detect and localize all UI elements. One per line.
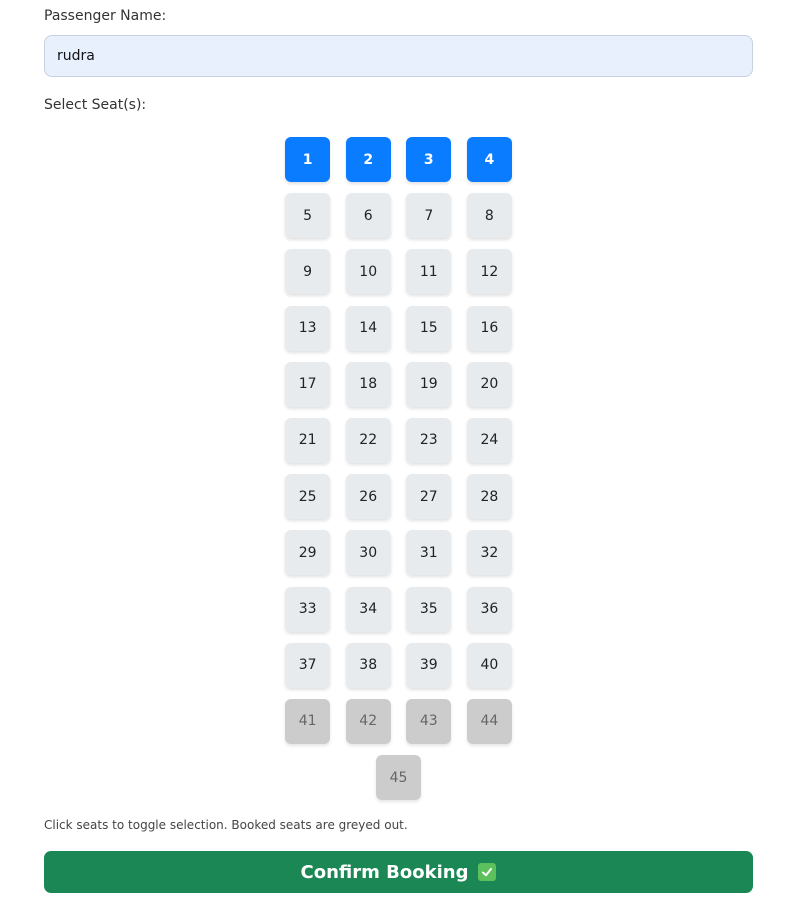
- seat-35-available[interactable]: 35: [406, 586, 452, 632]
- seat-3-selected[interactable]: 3: [406, 137, 452, 182]
- seat-row: 41 42 43 44: [285, 698, 512, 744]
- seat-1-selected[interactable]: 1: [285, 137, 331, 182]
- seat-18-available[interactable]: 18: [345, 361, 391, 407]
- seat-8-available[interactable]: 8: [466, 193, 512, 239]
- seat-6-available[interactable]: 6: [345, 193, 391, 239]
- passenger-name-label: Passenger Name:: [44, 8, 167, 24]
- seat-row: 21 22 23 24: [285, 417, 512, 463]
- seat-5-available[interactable]: 5: [285, 193, 331, 239]
- seat-12-available[interactable]: 12: [466, 249, 512, 295]
- passenger-name-input[interactable]: [44, 35, 753, 77]
- seat-39-available[interactable]: 39: [406, 642, 452, 688]
- seat-row: 37 38 39 40: [285, 642, 512, 688]
- seat-34-available[interactable]: 34: [345, 586, 391, 632]
- seat-row: 1234: [285, 137, 512, 182]
- seat-10-available[interactable]: 10: [345, 249, 391, 295]
- seat-24-available[interactable]: 24: [466, 417, 512, 463]
- seat-row: 29 30 31 32: [285, 530, 512, 576]
- seat-row: 5678: [285, 193, 512, 239]
- seat-30-available[interactable]: 30: [345, 530, 391, 576]
- seat-23-available[interactable]: 23: [406, 417, 452, 463]
- seat-36-available[interactable]: 36: [466, 586, 512, 632]
- seat-45-booked: 45: [376, 755, 421, 801]
- help-text: Click seats to toggle selection. Booked …: [44, 818, 408, 832]
- seat-16-available[interactable]: 16: [466, 305, 512, 351]
- seat-7-available[interactable]: 7: [406, 193, 452, 239]
- seat-17-available[interactable]: 17: [285, 361, 331, 407]
- seat-38-available[interactable]: 38: [345, 642, 391, 688]
- seat-29-available[interactable]: 29: [285, 530, 331, 576]
- seat-42-booked: 42: [345, 698, 391, 744]
- seat-40-available[interactable]: 40: [466, 642, 512, 688]
- seat-27-available[interactable]: 27: [406, 474, 452, 520]
- seat-2-selected[interactable]: 2: [345, 137, 391, 182]
- booking-form: Passenger Name: Select Seat(s): 12345678…: [0, 0, 791, 900]
- seat-row: 45: [285, 755, 512, 801]
- seat-26-available[interactable]: 26: [345, 474, 391, 520]
- seat-4-selected[interactable]: 4: [466, 137, 512, 182]
- seat-25-available[interactable]: 25: [285, 474, 331, 520]
- seat-22-available[interactable]: 22: [345, 417, 391, 463]
- seat-32-available[interactable]: 32: [466, 530, 512, 576]
- seat-41-booked: 41: [285, 698, 331, 744]
- seat-43-booked: 43: [406, 698, 452, 744]
- confirm-booking-button[interactable]: Confirm Booking: [44, 851, 753, 893]
- seat-row: 33 34 35 36: [285, 586, 512, 632]
- seat-row: 25 26 27 28: [285, 474, 512, 520]
- check-box-icon: [478, 863, 497, 881]
- seat-20-available[interactable]: 20: [466, 361, 512, 407]
- seat-9-available[interactable]: 9: [285, 249, 331, 295]
- select-seats-label: Select Seat(s):: [44, 97, 147, 113]
- seat-13-available[interactable]: 13: [285, 305, 331, 351]
- seat-28-available[interactable]: 28: [466, 474, 512, 520]
- seat-row: 17 18 19 20: [285, 361, 512, 407]
- seat-row: 9 10 11 12: [285, 249, 512, 295]
- confirm-booking-label: Confirm Booking: [300, 861, 469, 883]
- seat-33-available[interactable]: 33: [285, 586, 331, 632]
- seat-21-available[interactable]: 21: [285, 417, 331, 463]
- seat-31-available[interactable]: 31: [406, 530, 452, 576]
- seat-44-booked: 44: [466, 698, 512, 744]
- seat-grid: 1 2 3 4 5 6 7 8 9 10 11 12 13 14 15 16 17 18 19 20 21 22 23 24 2…: [285, 137, 512, 811]
- seat-15-available[interactable]: 15: [406, 305, 452, 351]
- seat-37-available[interactable]: 37: [285, 642, 331, 688]
- seat-14-available[interactable]: 14: [345, 305, 391, 351]
- seat-11-available[interactable]: 11: [406, 249, 452, 295]
- seat-19-available[interactable]: 19: [406, 361, 452, 407]
- seat-row: 13 14 15 16: [285, 305, 512, 351]
